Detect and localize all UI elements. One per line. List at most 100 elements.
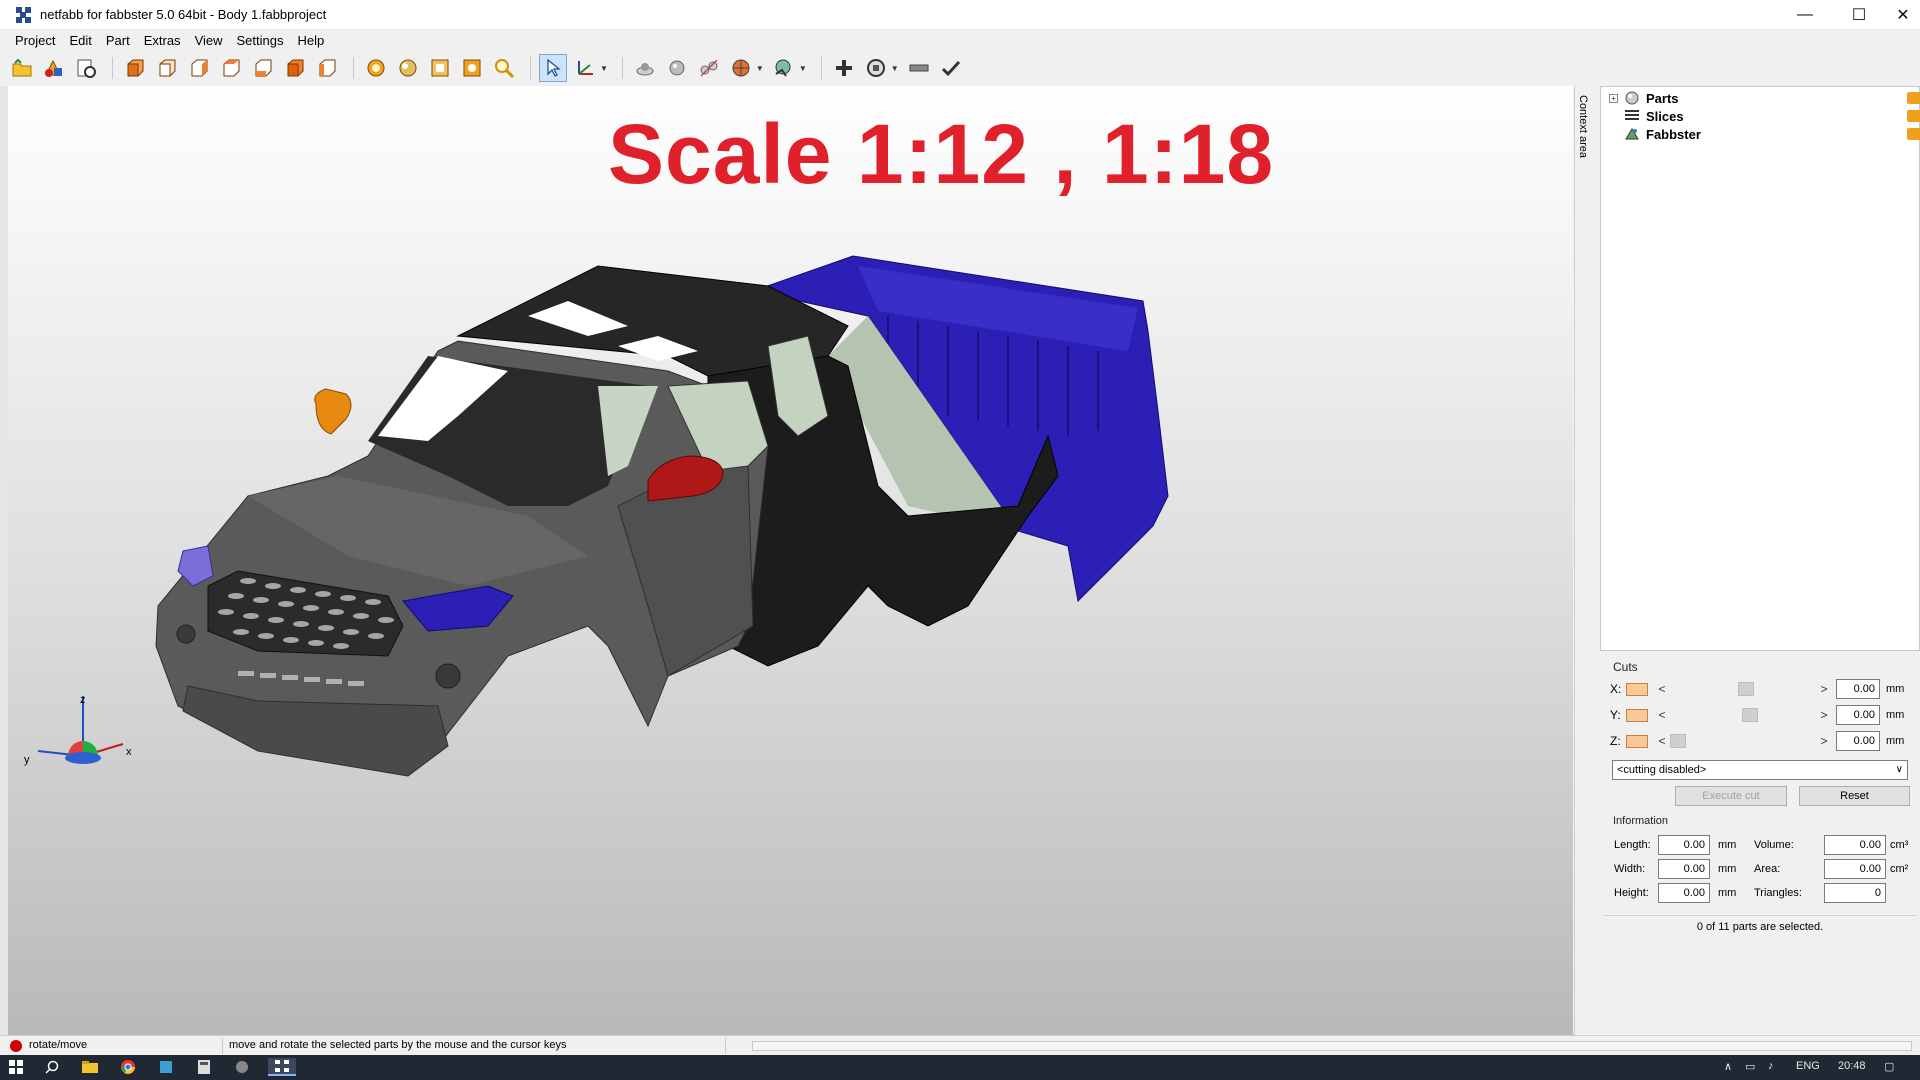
clock[interactable]: 20:48: [1838, 1060, 1866, 1072]
view-front-icon[interactable]: [121, 54, 149, 82]
menu-view[interactable]: View: [188, 33, 230, 48]
view-right-icon[interactable]: [217, 54, 245, 82]
truck-body-model[interactable]: [8, 86, 1573, 1035]
axis-y-label: y: [24, 754, 30, 766]
slider-right-arrow[interactable]: >: [1818, 708, 1830, 722]
view-back-icon[interactable]: [153, 54, 181, 82]
title-bar: netfabb for fabbster 5.0 64bit - Body 1.…: [0, 0, 1920, 30]
project-info-icon[interactable]: [72, 54, 100, 82]
view-iso-icon[interactable]: [313, 54, 341, 82]
search-icon[interactable]: [42, 1058, 62, 1076]
chrome-icon[interactable]: [118, 1058, 138, 1076]
reset-button[interactable]: Reset: [1799, 786, 1910, 806]
slider-thumb[interactable]: [1742, 708, 1758, 722]
app-icon[interactable]: [232, 1058, 252, 1076]
dropdown-arrow-icon[interactable]: ▼: [799, 64, 807, 73]
menu-extras[interactable]: Extras: [137, 33, 188, 48]
app-icon[interactable]: [156, 1058, 176, 1076]
axis-label: X:: [1610, 682, 1622, 696]
triangles-label: Triangles:: [1754, 887, 1802, 899]
toolbar-separator: [530, 57, 531, 79]
network-icon[interactable]: ▭: [1745, 1060, 1755, 1073]
view-top-icon[interactable]: [249, 54, 277, 82]
tree-item-slices[interactable]: Slices: [1601, 107, 1920, 125]
cut-x-row: X: < > 0.00 mm: [1610, 678, 1910, 700]
tree-item-fabbster[interactable]: Fabbster: [1601, 125, 1920, 143]
slider-left-arrow[interactable]: <: [1656, 708, 1668, 722]
tree-item-label: Fabbster: [1646, 126, 1701, 142]
cut-x-input[interactable]: 0.00: [1836, 679, 1880, 699]
select-pointer-icon[interactable]: [539, 54, 567, 82]
magnifier-icon[interactable]: [490, 54, 518, 82]
zoom-all-icon[interactable]: [394, 54, 422, 82]
start-icon[interactable]: [6, 1058, 26, 1076]
cut-y-slider[interactable]: [1668, 708, 1818, 722]
chevron-up-icon[interactable]: ∧: [1724, 1060, 1732, 1073]
menu-part[interactable]: Part: [99, 33, 137, 48]
cut-z-input[interactable]: 0.00: [1836, 731, 1880, 751]
notification-icon[interactable]: ▢: [1884, 1060, 1894, 1073]
slider-left-arrow[interactable]: <: [1656, 682, 1668, 696]
add-icon[interactable]: [830, 54, 858, 82]
menu-settings[interactable]: Settings: [230, 33, 291, 48]
maximize-button[interactable]: ☐: [1836, 0, 1882, 30]
dropdown-arrow-icon[interactable]: ▼: [756, 64, 764, 73]
measure-icon[interactable]: [695, 54, 723, 82]
check-icon[interactable]: [937, 54, 965, 82]
cut-z-slider[interactable]: [1668, 734, 1818, 748]
area-value: 0.00: [1824, 859, 1886, 879]
language-indicator[interactable]: ENG: [1796, 1060, 1820, 1072]
netfabb-taskbar-icon[interactable]: [268, 1058, 296, 1076]
toolbar-separator: [820, 57, 822, 79]
cut-x-toggle[interactable]: [1626, 682, 1648, 696]
execute-cut-button[interactable]: Execute cut: [1675, 786, 1787, 806]
slider-thumb[interactable]: [1670, 734, 1686, 748]
cut-x-slider[interactable]: [1668, 682, 1818, 696]
repair-icon[interactable]: [862, 54, 890, 82]
dropdown-arrow-icon[interactable]: ▼: [891, 64, 899, 73]
toolbar: ▼ ▼ ▼ ▼: [8, 52, 1920, 84]
shading-icon[interactable]: [631, 54, 659, 82]
height-label: Height:: [1614, 887, 1649, 899]
dropdown-arrow-icon[interactable]: ▼: [600, 64, 608, 73]
menu-edit[interactable]: Edit: [62, 33, 98, 48]
triangles-value: 0: [1824, 883, 1886, 903]
cut-z-toggle[interactable]: [1626, 734, 1648, 748]
minimize-button[interactable]: —: [1782, 0, 1828, 30]
expand-icon[interactable]: +: [1609, 93, 1618, 103]
unit-label: mm: [1886, 709, 1905, 721]
tree-item-parts[interactable]: + Parts: [1601, 89, 1920, 107]
slider-thumb[interactable]: [1738, 682, 1754, 696]
sphere-icon[interactable]: [663, 54, 691, 82]
cut-y-toggle[interactable]: [1626, 708, 1648, 722]
context-area-label[interactable]: Context area: [1577, 95, 1589, 158]
view-mode-icon[interactable]: [770, 54, 798, 82]
menu-help[interactable]: Help: [291, 33, 332, 48]
file-explorer-icon[interactable]: [80, 1058, 100, 1076]
slider-left-arrow[interactable]: <: [1656, 734, 1668, 748]
close-button[interactable]: ✕: [1880, 0, 1920, 30]
calculator-icon[interactable]: [194, 1058, 214, 1076]
menu-project[interactable]: Project: [8, 33, 62, 48]
ruler-icon[interactable]: [905, 54, 933, 82]
move-axis-icon[interactable]: [571, 54, 599, 82]
3d-viewport[interactable]: Scale 1:12 , 1:18 z x y: [8, 86, 1573, 1035]
context-area-strip[interactable]: [1574, 86, 1600, 1035]
slider-right-arrow[interactable]: >: [1818, 734, 1830, 748]
add-part-icon[interactable]: [40, 54, 68, 82]
view-bottom-icon[interactable]: [281, 54, 309, 82]
zoom-window-icon[interactable]: [458, 54, 486, 82]
zoom-platform-icon[interactable]: [426, 54, 454, 82]
view-left-icon[interactable]: [185, 54, 213, 82]
color-wheel-icon[interactable]: [727, 54, 755, 82]
unit-label: cm²: [1890, 863, 1909, 875]
slider-right-arrow[interactable]: >: [1818, 682, 1830, 696]
information-title: Information: [1613, 815, 1669, 827]
cut-y-input[interactable]: 0.00: [1836, 705, 1880, 725]
cutting-mode-select[interactable]: <cutting disabled> ∨: [1612, 760, 1908, 780]
status-mode: rotate/move: [29, 1039, 88, 1051]
open-project-icon[interactable]: [8, 54, 36, 82]
axis-gizmo: [37, 696, 124, 764]
zoom-selection-icon[interactable]: [362, 54, 390, 82]
volume-icon[interactable]: ♪: [1768, 1060, 1774, 1072]
